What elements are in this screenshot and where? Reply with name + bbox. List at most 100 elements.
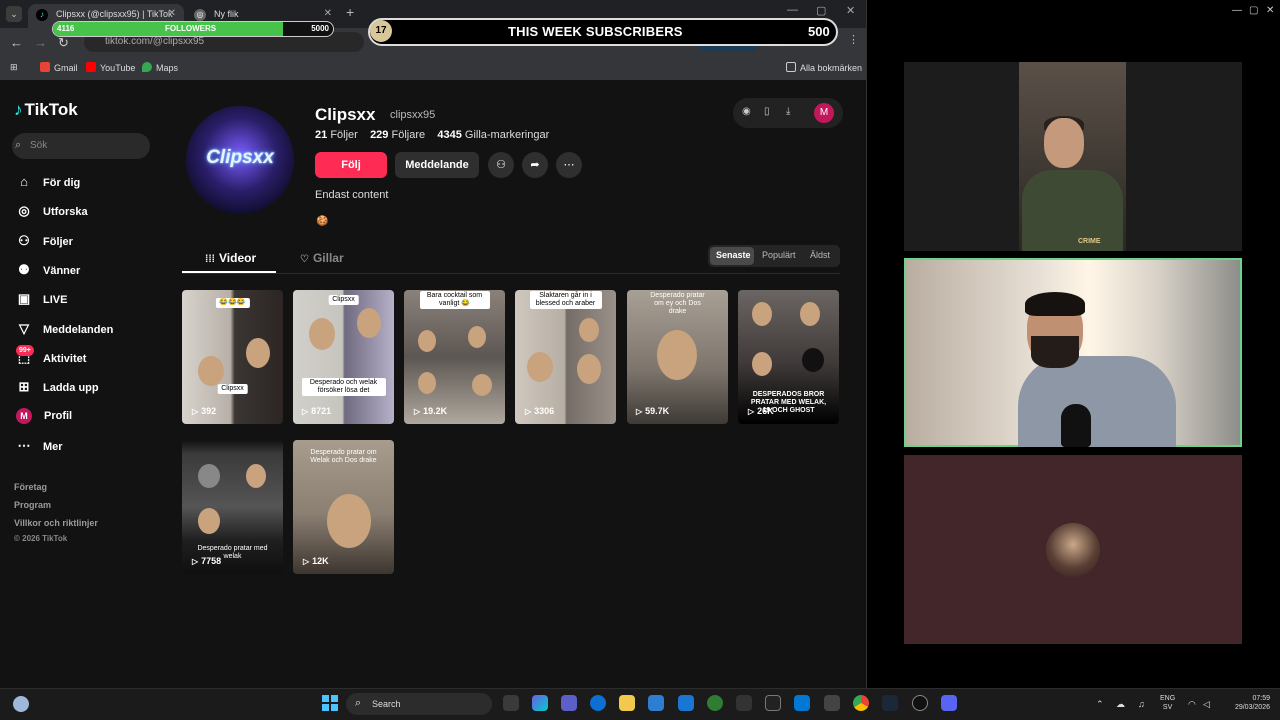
sidebar-item-for-you[interactable]: ⌂ För dig [15,174,80,196]
new-tab-plus-icon[interactable]: + [346,4,354,20]
add-friend-icon[interactable]: ⚇ [488,152,514,178]
user-avatar[interactable]: M [814,103,834,123]
play-icon: ▷ [192,407,199,416]
video-thumbnail-4[interactable]: Slaktaren går in i blessed och araber [515,290,616,424]
sidebar-item-live[interactable]: ▣ LIVE [15,291,68,313]
likes-label: Gilla-markeringar [464,129,550,141]
footer-program[interactable]: Program [14,500,51,510]
sidebar-item-explore[interactable]: ◎ Utforska [15,203,88,225]
phone-icon[interactable]: ▯ [764,106,770,117]
video-face [198,356,224,386]
video-thumbnail-2[interactable]: Clipsxx Desperado och welak försöker lös… [293,290,394,424]
sort-oldest[interactable]: Äldst [810,250,830,260]
video-face [198,464,220,488]
microphone-icon[interactable]: ♫ [1138,699,1145,709]
home-icon: ⌂ [20,174,28,189]
bookmark-gmail[interactable]: Gmail [40,62,78,73]
minimize-icon[interactable]: — [787,4,798,16]
video-face [309,318,335,350]
followers-label: FOLLOWERS [165,24,217,33]
sidebar-item-messages[interactable]: ▽ Meddelanden [15,321,113,343]
video-caption: Bara cocktail som vanligt 😂 [419,291,490,309]
compass-icon[interactable]: ◉ [742,106,751,117]
maximize-icon[interactable]: ▢ [816,4,826,17]
message-button[interactable]: Meddelande [395,152,479,178]
url-text[interactable]: tiktok.com/@clipsxx95 [105,36,204,47]
volume-icon[interactable]: ◁ [1203,699,1210,710]
footer-company[interactable]: Företag [14,482,47,492]
tab-search-button[interactable]: ⌄ [6,6,22,22]
photos-icon[interactable] [794,695,810,711]
sidebar-item-upload[interactable]: ⊞ Ladda upp [15,379,99,401]
followers-count[interactable]: 229 [370,129,388,141]
forward-arrow-icon[interactable]: → [34,35,47,50]
sort-popular[interactable]: Populärt [762,250,796,260]
close-window-icon[interactable]: ✕ [846,4,855,17]
ms365-icon[interactable] [736,695,752,711]
sidebar-item-label: Utforska [43,206,88,218]
discord-icon[interactable] [941,695,957,711]
video-face [579,318,599,342]
follow-button[interactable]: Följ [315,152,387,178]
followers-goal: 5000 [311,24,329,33]
steam-icon[interactable] [882,695,898,711]
following-count[interactable]: 21 [315,129,327,141]
more-options-icon[interactable]: ⋯ [556,152,582,178]
close-window-icon[interactable]: ✕ [1266,5,1274,16]
store-icon[interactable] [648,695,664,711]
sidebar-item-friends[interactable]: ⚉ Vänner [15,262,80,284]
steam-vr-icon[interactable] [765,695,781,711]
tab-videos[interactable]: ⁞⁞⁞ Videor [205,251,256,265]
sidebar-item-label: Meddelanden [43,324,114,336]
video-thumbnail-3[interactable]: Bara cocktail som vanligt 😂 [404,290,505,424]
profile-avatar-logo-text: Clipsxx [206,147,274,168]
edge-icon[interactable] [590,695,606,711]
video-thumbnail-7[interactable]: Desperado pratar med welak [182,440,283,574]
onedrive-icon[interactable]: ☁ [1116,699,1125,710]
remote-desktop-icon[interactable] [824,695,840,711]
video-views-4: ▷ 3306 [525,406,554,416]
show-hidden-icons-chevron[interactable]: ⌃ [1096,699,1104,710]
file-explorer-icon[interactable] [619,695,635,711]
language-indicator[interactable]: ENG SV [1160,694,1175,712]
tab-likes[interactable]: ♡ Gillar [300,251,344,265]
view-count: 7758 [201,556,222,566]
copilot-icon[interactable] [532,695,548,711]
apps-grid-icon[interactable]: ⊞ [10,62,18,73]
weather-icon[interactable] [13,696,29,712]
taskbar-clock[interactable]: 07:59 29/03/2026 [1230,694,1270,712]
share-icon[interactable]: ➦ [522,152,548,178]
task-view-icon[interactable] [503,695,519,711]
video-thumbnail-5[interactable]: Desperado pratar om ey och Dos drake [627,290,728,424]
tiktok-logo[interactable]: ♪ TikTok [14,100,78,120]
obs-icon[interactable] [912,695,928,711]
bookmark-maps[interactable]: Maps [142,62,178,73]
video-thumbnail-8[interactable]: Desperado pratar om Welak och Dos drake [293,440,394,574]
chrome-menu-icon[interactable]: ⋮ [848,33,859,46]
teams-icon[interactable] [561,695,577,711]
chrome-icon[interactable] [853,695,869,711]
sidebar-item-more[interactable]: ⋯ Mer [15,438,63,460]
back-arrow-icon[interactable]: ← [10,35,23,50]
video-thumbnail-1[interactable]: 😂😂😂 Clipsxx [182,290,283,424]
outlook-icon[interactable] [678,695,694,711]
video-thumbnail-6[interactable]: DESPERADOS BROR PRATAR MED WELAK, 19 OCH… [738,290,839,424]
start-button[interactable] [322,695,339,712]
wifi-icon[interactable]: ◠ [1188,699,1196,710]
download-icon[interactable]: ⤓ [786,106,790,117]
footer-terms[interactable]: Villkor och riktlinjer [14,518,98,528]
sort-latest[interactable]: Senaste [716,250,751,260]
clock-time: 07:59 [1252,695,1270,702]
security-icon[interactable] [707,695,723,711]
all-bookmarks[interactable]: Alla bokmärken [786,62,862,73]
maximize-icon[interactable]: ▢ [1249,5,1258,16]
sidebar-item-following[interactable]: ⚇ Följer [15,233,73,255]
bookmark-label: YouTube [100,63,136,73]
bookmark-youtube[interactable]: YouTube [86,62,135,73]
taskbar-search[interactable] [346,693,492,715]
bookmarks-bar: ⊞ Gmail YouTube Maps Alla bokmärken [0,56,866,80]
sidebar-item-profile[interactable]: M Profil [15,408,72,430]
minimize-icon[interactable]: — [1232,5,1242,16]
video-views-2: ▷ 8721 [302,406,331,416]
reload-icon[interactable]: ↻ [58,35,69,51]
